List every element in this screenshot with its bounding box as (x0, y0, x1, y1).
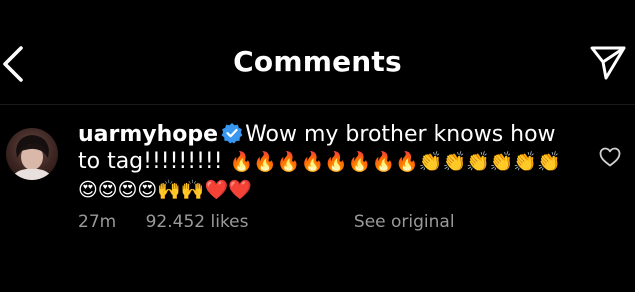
header-bar: Comments (0, 0, 635, 104)
heart-icon[interactable] (599, 147, 621, 167)
comment-meta: 27m 92.452 likes See original (78, 210, 455, 234)
verified-icon (221, 123, 243, 144)
comment-username[interactable]: uarmyhope (78, 122, 218, 147)
see-original-link[interactable]: See original (354, 210, 455, 234)
header-divider (0, 104, 635, 105)
likes-count[interactable]: 92.452 likes (146, 210, 249, 234)
send-icon[interactable] (588, 42, 628, 82)
comment-time: 27m (78, 212, 117, 232)
avatar-image (10, 135, 54, 180)
page-title: Comments (233, 45, 402, 78)
comment-text: uarmyhope Wow my brother knows how to ta… (78, 121, 566, 204)
avatar[interactable] (6, 128, 58, 180)
